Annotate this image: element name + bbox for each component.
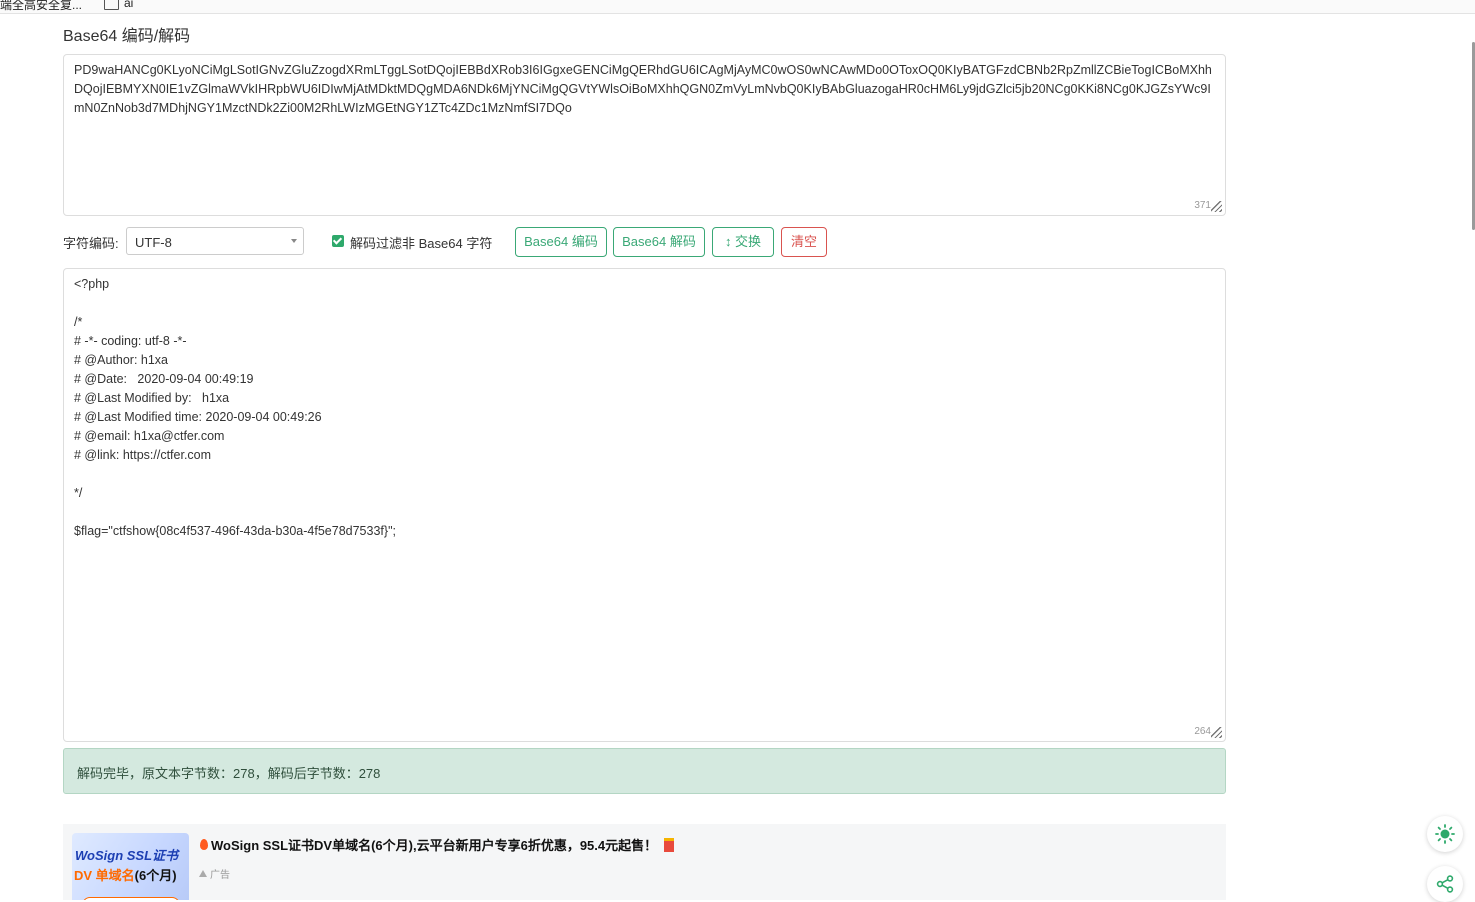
base64-input-text[interactable]: PD9waHANCg0KLyoNCiMgLSotIGNvZGluZzogdXRm…: [74, 61, 1215, 118]
share-icon: [1436, 875, 1454, 893]
page-title: Base64 编码/解码: [63, 28, 191, 45]
filter-checkbox[interactable]: [332, 235, 344, 247]
decode-button[interactable]: Base64 解码: [613, 227, 705, 257]
bookmark-item[interactable]: 端全高安全复...: [0, 0, 82, 13]
theme-toggle-button[interactable]: [1427, 816, 1463, 852]
ad-title-text: WoSign SSL证书DV单域名(6个月),云平台新用户专享6折优惠，95.4…: [211, 838, 658, 853]
output-char-counter: 264: [1194, 726, 1211, 737]
bookmark-item-ai[interactable]: ai: [104, 0, 133, 10]
ad-title-link[interactable]: WoSign SSL证书DV单域名(6个月),云平台新用户专享6折优惠，95.4…: [200, 835, 675, 854]
ad-tag-icon: [199, 870, 207, 877]
ad-tag-text: 广告: [210, 870, 230, 881]
bookmark-label: ai: [124, 0, 134, 10]
encode-button[interactable]: Base64 编码: [515, 227, 607, 257]
encoding-select[interactable]: UTF-8: [126, 227, 304, 255]
chevron-down-icon: [291, 239, 297, 243]
resize-handle-icon[interactable]: [1211, 201, 1222, 212]
result-message: 解码完毕，原文本字节数：278，解码后字节数：278: [77, 766, 381, 781]
input-char-counter: 371: [1194, 200, 1211, 211]
page-scrollbar[interactable]: [1471, 14, 1475, 900]
bookmarks-bar: 端全高安全复... ai: [0, 0, 1475, 14]
result-alert: 解码完毕，原文本字节数：278，解码后字节数：278: [63, 748, 1226, 794]
resize-handle-icon[interactable]: [1211, 727, 1222, 738]
ad-label: 广告: [199, 866, 230, 881]
ad-image-headline: WoSign SSL证书: [75, 848, 179, 863]
decoded-output-textarea[interactable]: <?php /* # -*- coding: utf-8 -*- # @Auth…: [63, 268, 1226, 742]
encoding-label: 字符编码:: [63, 236, 119, 251]
decoded-output-text[interactable]: <?php /* # -*- coding: utf-8 -*- # @Auth…: [74, 275, 1215, 541]
ad-image[interactable]: WoSign SSL证书 DV 单域名(6个月): [72, 833, 189, 900]
folder-icon: [104, 0, 119, 10]
ad-image-subline: DV 单域名(6个月): [74, 868, 177, 883]
gift-icon: [664, 837, 675, 852]
share-button[interactable]: [1427, 866, 1463, 902]
ad-banner[interactable]: WoSign SSL证书 DV 单域名(6个月) WoSign SSL证书DV单…: [63, 824, 1226, 900]
filter-checkbox-label[interactable]: 解码过滤非 Base64 字符: [350, 233, 492, 252]
fire-icon: [200, 839, 208, 850]
swap-button[interactable]: ↕ 交换: [712, 227, 774, 257]
controls-row: 字符编码: UTF-8 解码过滤非 Base64 字符 Base64 编码 Ba…: [63, 227, 863, 257]
clear-button[interactable]: 清空: [781, 227, 827, 257]
sun-icon: [1435, 824, 1455, 844]
encoding-select-value: UTF-8: [135, 235, 172, 250]
base64-input-textarea[interactable]: PD9waHANCg0KLyoNCiMgLSotIGNvZGluZzogdXRm…: [63, 54, 1226, 216]
